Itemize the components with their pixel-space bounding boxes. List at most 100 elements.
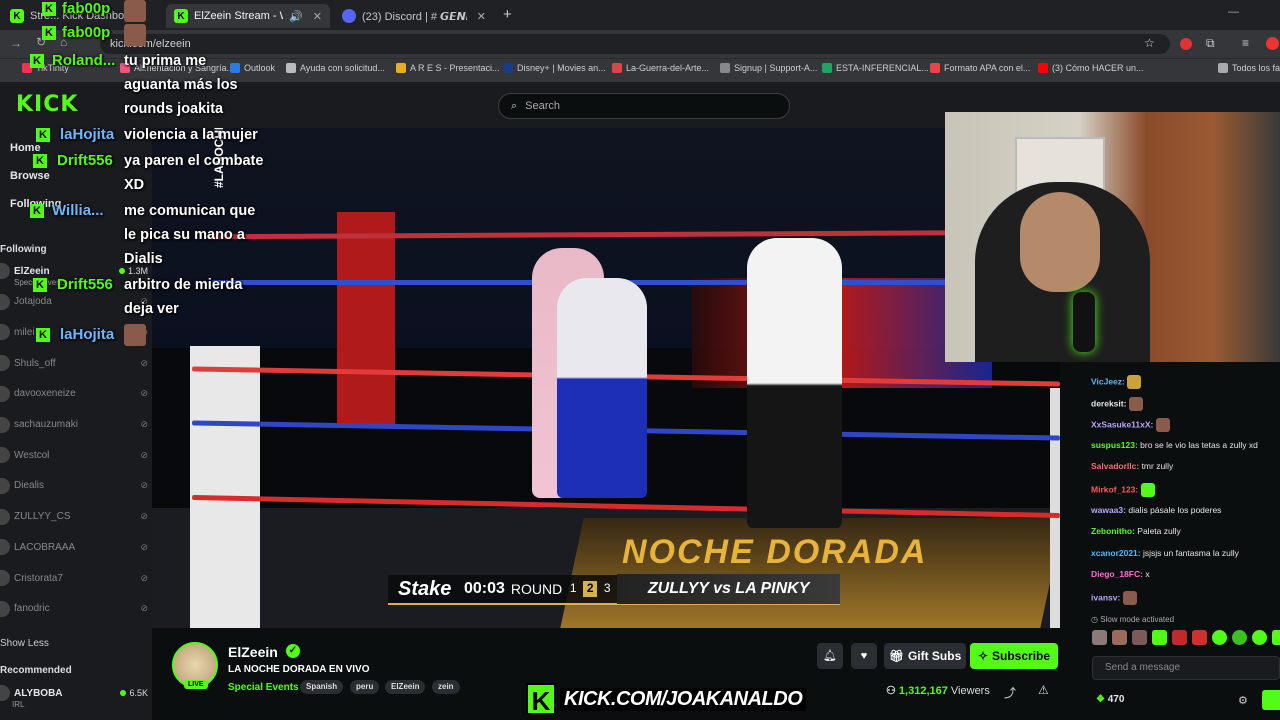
avatar [0,385,10,402]
chat-message: XxSasuke11xX: [1091,418,1170,433]
chat-emote-icon [1127,375,1142,389]
chat-username[interactable]: XxSasuke11xX: [1091,419,1153,429]
subscribe-button[interactable]: ✧ Subscribe [970,643,1058,669]
overlay-chat-message: rounds joakita [124,101,224,117]
notification-bell-button[interactable]: 🔔︎ [817,643,843,669]
bookmark-item[interactable]: La-Guerra-del-Arte... [612,63,709,73]
chat-username[interactable]: Mirkof_123: [1091,484,1138,494]
channel-name[interactable]: ElZeein [228,644,278,660]
kick-badge-icon: K [36,328,50,342]
ring-banner-text: NOCHE DORADA [622,533,928,571]
tab-discord[interactable]: (23) Discord | # 𝙂𝙀𝙉𝙀𝙍𝘼𝙇 | ✕ [334,4,494,28]
round-label: ROUND [510,581,563,597]
overlay-chat-message: le pica su mano a [124,227,245,243]
sidebar-channel[interactable]: davooxeneize ⊘ [0,383,148,405]
bookmark-favicon-icon [1038,63,1048,73]
chat-username[interactable]: Diego_18FC: [1091,569,1143,579]
bookmark-star-icon[interactable]: ☆ [1144,36,1155,50]
emote-bar [1092,630,1280,646]
chat-message: xcanor2021: jsjsjs un fantasma la zully [1091,548,1239,558]
bookmark-item[interactable]: Disney+ | Movies an... [503,63,606,73]
heart-icon: ♥ [860,650,868,662]
bookmark-item[interactable]: Formato APA con el... [930,63,1030,73]
chat-username[interactable]: VicJeez: [1091,376,1125,386]
chat-username[interactable]: Zebonitho: [1091,526,1135,536]
emote-icon[interactable] [1132,630,1147,645]
emote-icon[interactable] [1252,630,1267,645]
bookmark-favicon-icon [612,63,622,73]
stream-category[interactable]: Special Events [228,682,299,693]
close-tab-icon[interactable]: ✕ [313,10,322,23]
kick-k-logo-icon: K [526,683,556,716]
chat-text: bro se le vio las tetas a zully xd [1140,439,1258,450]
overlay-chat-message: tu prima me [124,53,207,69]
chat-username[interactable]: suspus123: [1091,440,1138,450]
extension-icon[interactable] [1180,38,1192,50]
overlay-chat-emote-icon [124,324,146,346]
chat-send-button[interactable] [1262,690,1280,710]
emote-icon[interactable] [1232,630,1247,645]
bell-icon: 🔔︎ [823,650,837,662]
tag-chip[interactable]: Spanish [300,680,344,694]
gift-icon: 🎁︎ [888,649,904,663]
chat-username[interactable]: dereksit: [1091,398,1126,408]
chat-username[interactable]: xcanor2021: [1091,548,1141,558]
bookmark-item[interactable]: ESTA-INFERENCIAL... [822,63,929,73]
tab-search-icon[interactable]: ≡ [1242,36,1249,50]
emote-icon[interactable] [1112,630,1127,645]
sidebar-channel[interactable]: LACOBRAAA ⊘ [0,536,148,558]
new-tab-icon[interactable]: + [503,6,512,23]
follow-heart-button[interactable]: ♥ [851,643,877,669]
share-icon[interactable]: ⤴ [1004,684,1016,701]
bookmark-item[interactable]: Signup | Support-A... [720,63,817,73]
puzzle-extensions-icon[interactable]: ⧉ [1206,36,1215,51]
offline-icon: ⊘ [140,480,148,491]
overlay-chat-message: Dialis [124,251,163,267]
chat-username[interactable]: ivansv: [1091,592,1120,602]
overlay-chat-emote-icon [124,0,146,22]
fighter-blue [557,278,647,498]
search-input[interactable]: ⌕ Search [498,93,790,119]
chat-input[interactable]: Send a message [1092,656,1280,680]
channel-points[interactable]: ❖ 470 [1096,694,1124,705]
emote-icon[interactable] [1272,630,1280,645]
overlay-chat-username: laHojita [60,326,115,343]
bookmark-item[interactable]: Ayuda con solicitud... [286,63,385,73]
sidebar-channel[interactable]: ZULLYY_CS ⊘ [0,506,148,528]
profile-avatar[interactable] [1266,37,1279,50]
sidebar-channel[interactable]: Diealis ⊘ [0,475,148,497]
emote-icon[interactable] [1172,630,1187,645]
emote-icon[interactable] [1092,630,1107,645]
chat-emote-icon [1140,483,1155,497]
chat-settings-gear-icon[interactable]: ⚙ [1238,694,1248,707]
bookmark-item[interactable]: A R E S - Presentaci... [396,63,500,73]
sidebar-channel[interactable]: sachauzumaki ⊘ [0,414,148,436]
stream-overlay-chat: Kfab00p Kfab00p K Roland... tu prima me aguan… [0,0,290,360]
sidebar-channel[interactable]: fanodric ⊘ [0,598,148,620]
gift-subs-button[interactable]: 🎁︎ Gift Subs [884,643,966,669]
chat-text: tmr zully [1141,461,1174,472]
emote-icon[interactable] [1152,630,1167,645]
overlay-chat-emote-icon [124,24,146,46]
offline-icon: ⊘ [140,449,148,460]
kick-badge-icon: K [33,278,47,292]
round-3: 3 [603,581,611,595]
report-warning-icon[interactable]: ⚠ [1038,683,1049,697]
bookmark-item[interactable]: (3) Cómo HACER un... [1038,63,1144,73]
slow-mode-notice: ◷ Slow mode activated [1091,615,1175,624]
avatar [0,416,10,433]
close-tab-icon[interactable]: ✕ [477,10,486,23]
chat-username[interactable]: wawaa3: [1091,505,1126,515]
emote-icon[interactable] [1212,630,1227,645]
bookmark-item[interactable]: Todos los fa [1218,63,1280,73]
tag-chip[interactable]: zein [432,680,460,694]
sidebar-channel[interactable]: Cristorata7 ⊘ [0,567,148,589]
star-icon: ✧ [977,649,989,663]
emote-icon[interactable] [1192,630,1207,645]
sidebar-channel[interactable]: Westcol ⊘ [0,444,148,466]
show-less-link[interactable]: Show Less [0,638,49,649]
chat-username[interactable]: Salvadorllc: [1091,461,1139,471]
minimize-icon[interactable]: — [1228,6,1239,18]
tag-chip[interactable]: ElZeein [385,680,426,694]
tag-chip[interactable]: peru [350,680,380,694]
